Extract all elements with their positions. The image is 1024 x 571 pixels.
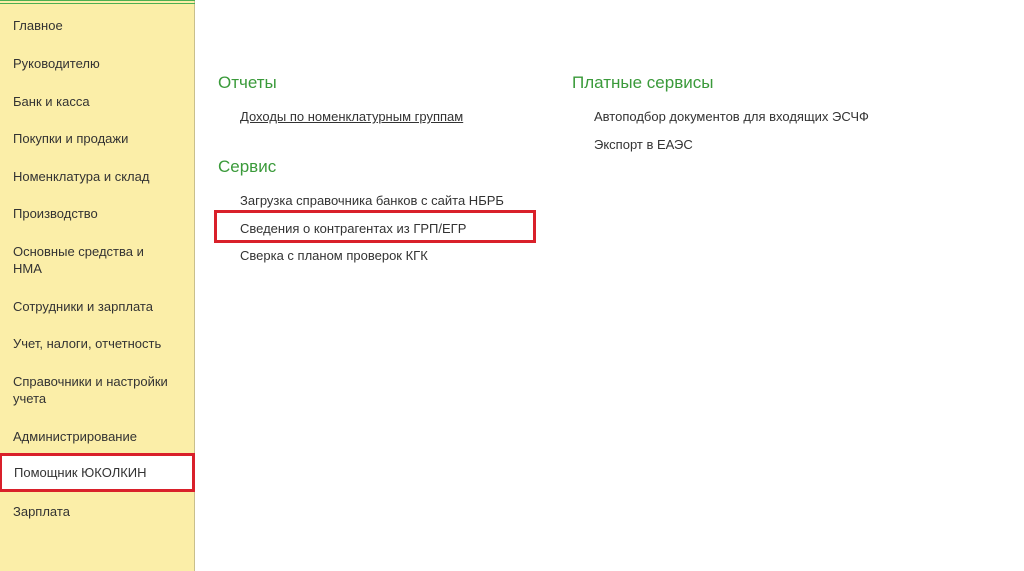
command-auto-select-esch[interactable]: Автоподбор документов для входящих ЭСЧФ — [594, 108, 869, 125]
sidebar-item-administration[interactable]: Администрирование — [0, 428, 195, 445]
sidebar-item-bank-cash[interactable]: Банк и касса — [0, 93, 195, 110]
command-income-by-groups[interactable]: Доходы по номенклатурным группам — [240, 108, 463, 125]
command-reconcile-kgk[interactable]: Сверка с планом проверок КГК — [240, 247, 428, 264]
section-title-service: Сервис — [218, 157, 277, 176]
sidebar-item-production[interactable]: Производство — [0, 205, 195, 222]
sidebar-item-fixed-assets[interactable]: Основные средства и НМА — [0, 243, 170, 277]
sidebar-item-staff-salary[interactable]: Сотрудники и зарплата — [0, 298, 195, 315]
sidebar-top-divider — [0, 0, 195, 4]
section-title-paid-services: Платные сервисы — [572, 73, 714, 92]
command-load-banks-nbrb[interactable]: Загрузка справочника банков с сайта НБРБ — [240, 192, 504, 209]
section-title-reports: Отчеты — [218, 73, 277, 92]
sidebar-item-manager[interactable]: Руководителю — [0, 55, 195, 72]
highlight-frame — [214, 210, 536, 243]
sidebar-item-purchases-sales[interactable]: Покупки и продажи — [0, 130, 195, 147]
sidebar: Главное Руководителю Банк и касса Покупк… — [0, 0, 195, 571]
sidebar-item-main[interactable]: Главное — [0, 17, 195, 34]
sidebar-item-salary[interactable]: Зарплата — [0, 503, 195, 520]
sidebar-item-nomenclature-warehouse[interactable]: Номенклатура и склад — [0, 168, 195, 185]
sidebar-item-assistant[interactable]: Помощник ЮКОЛКИН — [0, 453, 195, 492]
sidebar-item-references-settings[interactable]: Справочники и настройки учета — [0, 373, 185, 407]
command-export-eaes[interactable]: Экспорт в ЕАЭС — [594, 136, 693, 153]
sidebar-item-accounting-taxes[interactable]: Учет, налоги, отчетность — [0, 335, 195, 352]
